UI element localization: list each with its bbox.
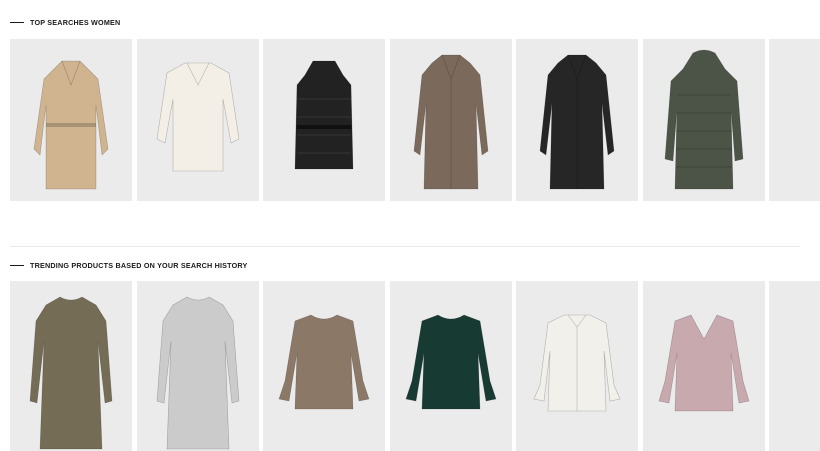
vneck-sweater-icon (658, 314, 749, 412)
title-dash (10, 265, 24, 266)
section-title-text: TOP SEARCHES WOMEN (30, 18, 121, 27)
product-image[interactable] (136, 281, 259, 451)
puffer-coat-icon (664, 49, 743, 190)
trench-coat-icon (33, 60, 109, 190)
shirt-icon (533, 314, 621, 412)
product-image[interactable] (10, 281, 132, 451)
product-card[interactable] (263, 281, 385, 451)
product-image[interactable] (263, 39, 385, 201)
product-card[interactable]: BLACK PUFFER GILET79.95 € (263, 39, 385, 209)
knit-dress-icon (29, 296, 113, 450)
product-card[interactable] (389, 281, 512, 451)
product-card[interactable] (642, 281, 765, 451)
product-carousel[interactable]: CLASSIC COTTON TRENCH COAT149.00 € CASHM… (10, 39, 820, 209)
section-title: TRENDING PRODUCTS BASED ON YOUR SEARCH H… (10, 261, 248, 270)
product-image[interactable] (642, 281, 765, 451)
product-carousel[interactable] (10, 281, 820, 451)
partial-icon (769, 281, 820, 451)
section-divider (10, 246, 800, 247)
product-image[interactable] (516, 281, 638, 451)
product-card[interactable]: LONG DOWN PUFFER COAT249.00 € (642, 39, 765, 209)
product-card[interactable] (516, 281, 638, 451)
product-image[interactable] (516, 39, 638, 201)
product-image[interactable] (389, 281, 512, 451)
product-card[interactable] (136, 281, 259, 451)
product-card[interactable]: CLASSIC COTTON TRENCH COAT149.00 € (10, 39, 132, 209)
product-image[interactable] (136, 39, 259, 201)
product-card[interactable]: BELTED WOOL...449.00 € (769, 39, 820, 209)
wool-coat-icon (413, 54, 488, 190)
partial-icon (769, 39, 820, 201)
section-title: TOP SEARCHES WOMEN (10, 18, 120, 27)
product-image[interactable] (769, 281, 820, 451)
product-image[interactable] (642, 39, 765, 201)
title-dash (10, 22, 24, 23)
product-card[interactable]: CASHMERE WOOL KNIT SWEATER WITH A POLO .… (136, 39, 259, 209)
product-card[interactable] (769, 281, 820, 451)
crew-sweater-icon (278, 314, 370, 410)
crew-sweater-icon (405, 314, 496, 410)
product-image[interactable] (10, 39, 132, 201)
product-card[interactable]: BLACK OVERSIZE WOOL COAT249.00 € (516, 39, 638, 209)
product-image[interactable] (389, 39, 512, 201)
product-image[interactable] (769, 39, 820, 201)
product-card[interactable]: LONG TAUPE BROWN WOOL COAT249.00 € (389, 39, 512, 209)
product-card[interactable] (10, 281, 132, 451)
section-title-text: TRENDING PRODUCTS BASED ON YOUR SEARCH H… (30, 261, 248, 270)
wool-coat-icon (539, 54, 615, 190)
knit-dress-icon (156, 296, 239, 450)
product-image[interactable] (263, 281, 385, 451)
puffer-gilet-icon (294, 60, 354, 170)
polo-sweater-icon (156, 62, 239, 172)
